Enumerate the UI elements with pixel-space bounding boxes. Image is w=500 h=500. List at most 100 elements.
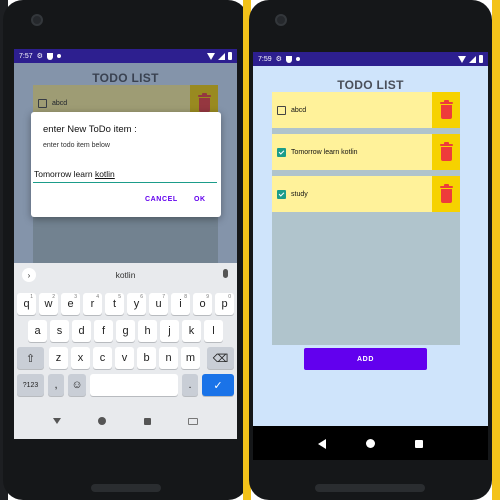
- shield-icon: [285, 55, 292, 63]
- key-f[interactable]: f: [94, 320, 113, 342]
- key-h[interactable]: h: [138, 320, 157, 342]
- input-text: Tomorrow learn: [34, 169, 95, 179]
- key-letter: i: [179, 298, 182, 310]
- key-a[interactable]: a: [28, 320, 47, 342]
- key-k[interactable]: k: [182, 320, 201, 342]
- period-key[interactable]: .: [182, 374, 198, 396]
- signal-icon: [218, 52, 225, 60]
- key-p[interactable]: 0p: [215, 293, 234, 315]
- keyboard-switch-icon[interactable]: [188, 417, 199, 425]
- key-hint: 4: [96, 294, 99, 300]
- numbers-key[interactable]: ?123: [17, 374, 44, 396]
- soft-keyboard: › kotlin 1q2w3e4r5t6y7u8i9o0p asdfghjkl …: [14, 263, 237, 439]
- key-letter: q: [23, 298, 30, 310]
- left-phone: 7:57 ⚙ TODO LIST abcd enter New ToDo ite…: [3, 0, 248, 500]
- key-i[interactable]: 8i: [171, 293, 190, 315]
- shield-icon: [46, 52, 53, 60]
- key-hint: 6: [140, 294, 143, 300]
- key-z[interactable]: z: [49, 347, 68, 369]
- suggestion-word[interactable]: kotlin: [14, 270, 237, 280]
- recent-apps-icon[interactable]: [415, 439, 423, 448]
- notification-dot-icon: [295, 57, 300, 61]
- input-word-underlined: kotlin: [94, 169, 115, 179]
- key-letter: u: [155, 298, 162, 310]
- key-x[interactable]: x: [71, 347, 90, 369]
- key-letter: e: [67, 298, 74, 310]
- ok-button[interactable]: OK: [194, 196, 206, 203]
- background-window-strip: [492, 0, 500, 500]
- battery-icon: [228, 52, 232, 60]
- item-text: Tomorrow learn kotlin: [291, 148, 358, 156]
- screenshot-root: 7:57 ⚙ TODO LIST abcd enter New ToDo ite…: [0, 0, 500, 500]
- key-d[interactable]: d: [72, 320, 91, 342]
- key-u[interactable]: 7u: [149, 293, 168, 315]
- wifi-icon: [458, 55, 466, 63]
- key-hint: 8: [184, 294, 187, 300]
- key-v[interactable]: v: [115, 347, 134, 369]
- key-hint: 0: [228, 294, 231, 300]
- signal-icon: [469, 55, 476, 63]
- key-c[interactable]: c: [93, 347, 112, 369]
- dialog-message: enter todo item below: [43, 142, 110, 149]
- key-letter: p: [221, 298, 228, 310]
- shift-key[interactable]: ⇧: [17, 347, 44, 369]
- item-checkbox[interactable]: [277, 147, 286, 157]
- backspace-key[interactable]: ⌫: [207, 347, 234, 369]
- mic-icon[interactable]: [223, 269, 228, 278]
- key-g[interactable]: g: [116, 320, 135, 342]
- delete-button[interactable]: [432, 134, 460, 170]
- key-r[interactable]: 4r: [83, 293, 102, 315]
- right-phone: 7:59 ⚙ TODO LIST abcd Tomorrow learn kot…: [249, 0, 492, 500]
- delete-button[interactable]: [432, 92, 460, 128]
- key-s[interactable]: s: [50, 320, 69, 342]
- add-button[interactable]: ADD: [304, 348, 427, 370]
- item-checkbox[interactable]: [277, 105, 286, 115]
- status-bar: 7:59 ⚙: [253, 52, 488, 66]
- item-text: abcd: [291, 106, 307, 114]
- enter-key[interactable]: ✓: [202, 374, 234, 396]
- comma-key[interactable]: ,: [48, 374, 64, 396]
- dialog-title: enter New ToDo item :: [43, 124, 137, 135]
- key-e[interactable]: 3e: [61, 293, 80, 315]
- todo-text-input[interactable]: Tomorrow learn kotlin: [33, 169, 217, 183]
- home-icon[interactable]: [98, 417, 107, 425]
- key-hint: 3: [74, 294, 77, 300]
- key-y[interactable]: 6y: [127, 293, 146, 315]
- key-letter: y: [133, 298, 140, 310]
- item-checkbox[interactable]: [277, 189, 286, 199]
- key-j[interactable]: j: [160, 320, 179, 342]
- list-item[interactable]: Tomorrow learn kotlin: [272, 134, 460, 170]
- key-o[interactable]: 9o: [193, 293, 212, 315]
- key-l[interactable]: l: [204, 320, 223, 342]
- bottom-speaker: [315, 484, 425, 492]
- key-q[interactable]: 1q: [17, 293, 36, 315]
- delete-button[interactable]: [432, 176, 460, 212]
- front-camera: [275, 14, 287, 26]
- key-n[interactable]: n: [159, 347, 178, 369]
- key-letter: r: [90, 298, 95, 310]
- notification-dot-icon: [56, 54, 61, 58]
- back-icon[interactable]: [52, 418, 61, 424]
- key-b[interactable]: b: [137, 347, 156, 369]
- key-hint: 2: [52, 294, 55, 300]
- home-icon[interactable]: [366, 439, 375, 448]
- bottom-speaker: [91, 484, 161, 492]
- trash-icon: [439, 183, 453, 203]
- suggestion-strip: › kotlin: [14, 263, 237, 287]
- space-key[interactable]: [90, 374, 178, 396]
- cancel-button[interactable]: CANCEL: [145, 196, 178, 203]
- list-item[interactable]: study: [272, 176, 460, 212]
- new-todo-dialog: enter New ToDo item : enter todo item be…: [31, 112, 221, 217]
- key-hint: 1: [30, 294, 33, 300]
- emoji-key[interactable]: ☺: [68, 374, 86, 396]
- key-t[interactable]: 5t: [105, 293, 124, 315]
- key-m[interactable]: m: [181, 347, 200, 369]
- recent-apps-icon[interactable]: [143, 417, 151, 425]
- key-w[interactable]: 2w: [39, 293, 58, 315]
- navigation-bar: [253, 427, 488, 460]
- list-item[interactable]: abcd: [272, 92, 460, 128]
- key-letter: t: [112, 298, 117, 310]
- trash-icon: [439, 99, 453, 119]
- back-icon[interactable]: [318, 438, 326, 449]
- key-hint: 5: [118, 294, 121, 300]
